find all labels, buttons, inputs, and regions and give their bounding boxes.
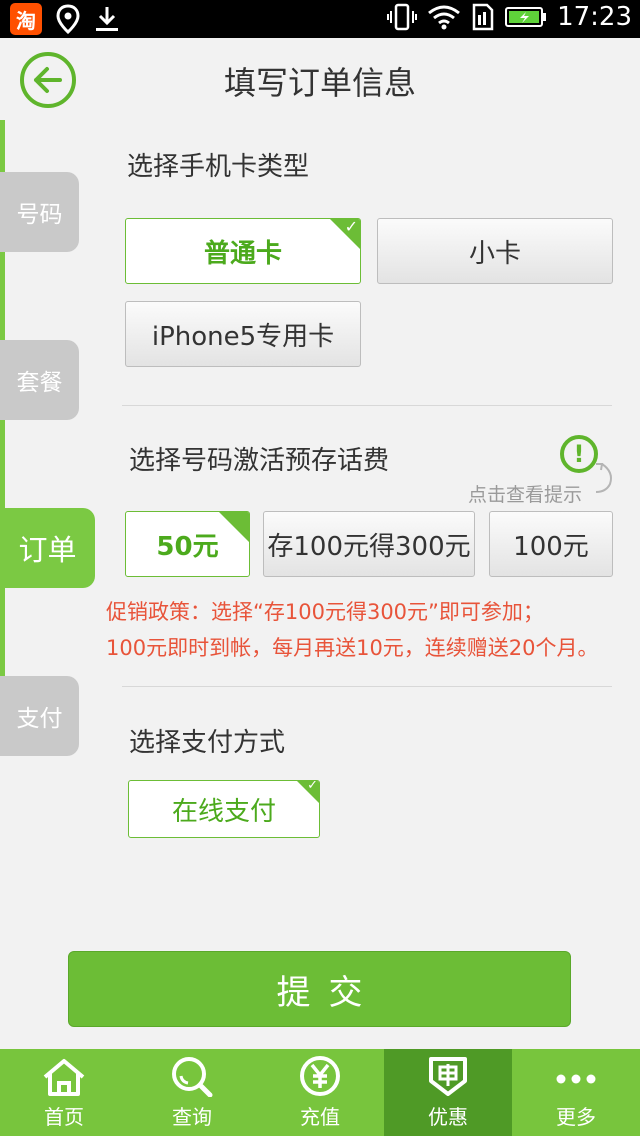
divider — [122, 405, 612, 406]
discount-icon — [429, 1057, 467, 1096]
nav-item-query[interactable]: 查询 — [128, 1049, 256, 1136]
prepaid-option-50[interactable]: 50元 — [125, 511, 250, 577]
step-tab-number[interactable]: 号码 — [0, 172, 79, 252]
nav-item-home[interactable]: 首页 — [0, 1049, 128, 1136]
bottom-nav: 首页 查询 充值 优惠 更多 — [0, 1049, 640, 1136]
payment-option-online[interactable]: 在线支付 ✓ — [128, 780, 320, 838]
step-tab-payment[interactable]: 支付 — [0, 676, 79, 756]
card-option-iphone5[interactable]: iPhone5专用卡 — [125, 301, 361, 367]
step-tab-order[interactable]: 订单 — [0, 508, 95, 588]
clock: 17:23 — [557, 2, 632, 32]
status-bar: 淘 17:23 — [0, 0, 640, 38]
nav-label: 首页 — [44, 1105, 84, 1129]
checkmark-icon: ✓ — [344, 218, 358, 236]
nav-label: 优惠 — [428, 1105, 468, 1129]
home-icon — [43, 1059, 85, 1096]
sim-icon — [472, 3, 494, 31]
nav-label: 更多 — [556, 1105, 596, 1129]
payment-title: 选择支付方式 — [129, 728, 286, 758]
card-option-label: iPhone5专用卡 — [151, 321, 335, 352]
prepaid-option-label: 存100元得300元 — [267, 531, 471, 562]
promo-text-line1: 促销政策：选择“存100元得300元”即可参加； — [106, 600, 544, 624]
nav-label: 充值 — [300, 1105, 340, 1129]
nav-item-discount[interactable]: 优惠 — [384, 1049, 512, 1136]
curved-arrow-icon — [595, 463, 612, 493]
prepaid-title: 选择号码激活预存话费 — [129, 446, 390, 476]
prepaid-option-label: 100元 — [513, 531, 589, 562]
prepaid-option-promo[interactable]: 存100元得300元 — [263, 511, 475, 577]
card-option-micro[interactable]: 小卡 — [377, 218, 613, 284]
nav-item-recharge[interactable]: 充值 — [256, 1049, 384, 1136]
wifi-icon — [428, 5, 460, 30]
download-icon — [96, 7, 118, 31]
nav-label: 查询 — [172, 1105, 212, 1129]
promo-text-line2: 100元即时到帐，每月再送10元，连续赠送20个月。 — [106, 636, 599, 660]
header: 填写订单信息 — [0, 38, 640, 120]
selected-corner — [218, 512, 249, 543]
hint-link[interactable]: 点击查看提示 — [468, 480, 582, 507]
divider — [122, 686, 612, 687]
prepaid-option-label: 50元 — [156, 531, 219, 562]
taobao-app-icon: 淘 — [10, 3, 42, 35]
submit-button[interactable]: 提交 — [68, 951, 571, 1027]
more-icon — [556, 1074, 596, 1084]
card-option-label: 小卡 — [468, 238, 521, 269]
page-title: 填写订单信息 — [223, 64, 416, 102]
search-icon — [172, 1057, 213, 1097]
vibrate-icon — [387, 3, 418, 31]
card-type-title: 选择手机卡类型 — [127, 152, 310, 182]
location-icon — [56, 4, 80, 34]
yuan-icon — [300, 1056, 340, 1096]
card-option-standard[interactable]: 普通卡 ✓ — [125, 218, 361, 284]
battery-icon — [505, 7, 547, 27]
step-tab-plan[interactable]: 套餐 — [0, 340, 79, 420]
payment-option-label: 在线支付 — [171, 796, 276, 827]
nav-item-more[interactable]: 更多 — [512, 1049, 640, 1136]
prepaid-option-100[interactable]: 100元 — [489, 511, 613, 577]
checkmark-icon: ✓ — [307, 780, 318, 793]
card-option-label: 普通卡 — [203, 238, 282, 269]
